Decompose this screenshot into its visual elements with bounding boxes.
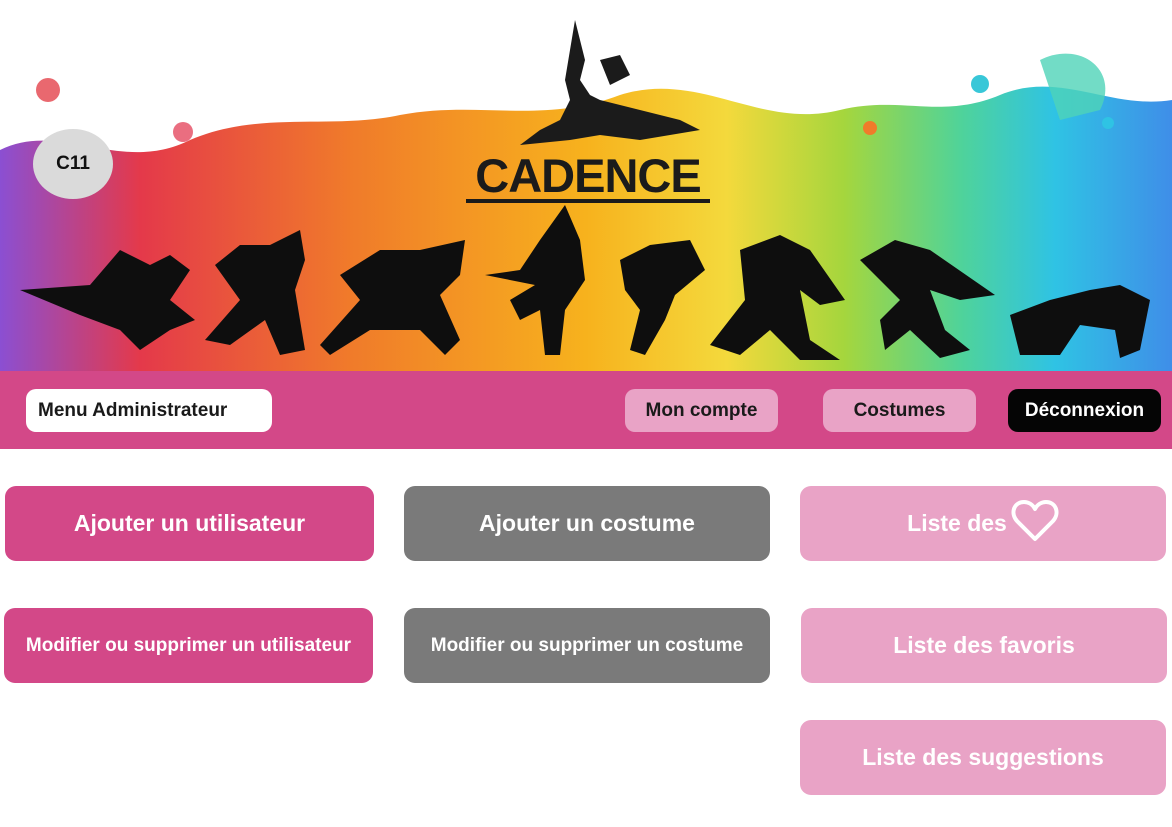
costumes-button[interactable]: Costumes	[823, 389, 976, 432]
suggestions-list-button[interactable]: Liste des suggestions	[800, 720, 1166, 795]
favorites-list-button[interactable]: Liste des favoris	[801, 608, 1167, 683]
logo-underline	[466, 199, 710, 203]
edit-delete-user-button[interactable]: Modifier ou supprimer un utilisateur	[4, 608, 373, 683]
top-navigation-bar: Menu Administrateur Mon compte Costumes …	[0, 371, 1172, 449]
admin-menu-title: Menu Administrateur	[26, 389, 272, 432]
my-account-button[interactable]: Mon compte	[625, 389, 778, 432]
header-banner: C11 CADENCE	[0, 0, 1172, 371]
heart-icon	[1011, 499, 1059, 549]
logout-button[interactable]: Déconnexion	[1008, 389, 1161, 432]
add-costume-button[interactable]: Ajouter un costume	[404, 486, 770, 561]
wish-list-label: Liste des	[907, 510, 1007, 536]
cadence-logo: CADENCE	[475, 149, 701, 202]
edit-delete-costume-button[interactable]: Modifier ou supprimer un costume	[404, 608, 770, 683]
add-user-button[interactable]: Ajouter un utilisateur	[5, 486, 374, 561]
wish-list-button[interactable]: Liste des	[800, 486, 1166, 561]
profile-badge[interactable]: C11	[33, 129, 113, 199]
